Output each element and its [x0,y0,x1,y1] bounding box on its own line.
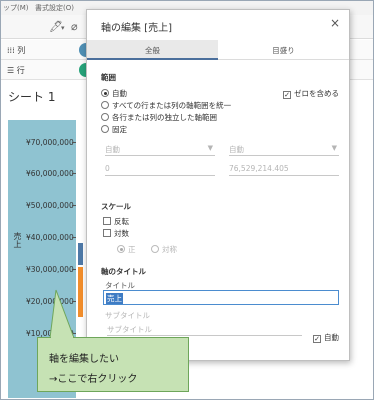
callout-pointer-cover [51,336,73,340]
